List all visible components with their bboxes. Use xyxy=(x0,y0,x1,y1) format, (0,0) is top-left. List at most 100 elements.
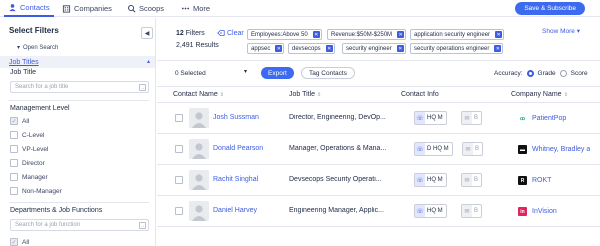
collapse-sidebar-button[interactable]: ◀ xyxy=(141,27,153,39)
table-row[interactable]: Donald Pearson Manager, Operations & Mana… xyxy=(157,134,600,165)
remove-filter-icon[interactable]: ✕ xyxy=(494,45,502,52)
phone-info-button[interactable]: ☏ D HQ M xyxy=(414,142,453,156)
email-info-button[interactable]: ✉ B xyxy=(461,204,483,218)
remove-filter-icon[interactable]: ✕ xyxy=(275,45,283,52)
tab-companies[interactable]: Companies xyxy=(62,0,112,17)
clear-filters-button[interactable]: Clear xyxy=(217,29,244,37)
arrow-right-icon[interactable]: → xyxy=(139,222,146,229)
company-name-link[interactable]: ▬ Whitney, Bradley a xyxy=(518,145,590,154)
tag-contacts-button[interactable]: Tag Contacts xyxy=(301,67,355,79)
filters-count-label: Filters xyxy=(185,30,205,37)
remove-filter-icon[interactable]: ✕ xyxy=(312,31,320,38)
remove-filter-icon[interactable]: ✕ xyxy=(396,45,404,52)
checkbox-management-c-level[interactable]: C-Level xyxy=(10,131,44,139)
checkbox-management-manager[interactable]: Manager xyxy=(10,173,48,181)
caret-down-icon: ▾ xyxy=(17,45,21,51)
checkbox[interactable] xyxy=(10,159,18,167)
phone-icon: ☏ xyxy=(415,205,425,217)
email-info-button[interactable]: ✉ B xyxy=(461,111,483,125)
row-checkbox[interactable] xyxy=(175,207,183,215)
email-icon: ✉ xyxy=(462,205,472,217)
sort-icon[interactable]: ⇕ xyxy=(220,92,224,98)
divider xyxy=(9,100,149,101)
filter-chip-label: security operations engineer xyxy=(414,45,490,52)
column-header-job-title[interactable]: Job Title ⇕ xyxy=(289,91,321,98)
remove-filter-icon[interactable]: ✕ xyxy=(495,31,503,38)
job-title-cell: Director, Engineering, DevOp... xyxy=(289,114,386,121)
company-name-link[interactable]: in InVision xyxy=(518,207,557,216)
person-avatar-icon xyxy=(189,139,209,159)
phone-types-label: D HQ M xyxy=(427,146,449,152)
column-header-label: Contact Info xyxy=(401,91,439,98)
checkbox-management-vp-level[interactable]: VP-Level xyxy=(10,145,48,153)
phone-icon: ☏ xyxy=(415,143,425,155)
company-logo: ꝏ xyxy=(518,114,527,123)
checkbox[interactable] xyxy=(10,173,18,181)
email-info-button[interactable]: ✉ B xyxy=(462,142,484,156)
company-name-label: Whitney, Bradley a xyxy=(532,146,591,153)
job-title-cell: Devsecops Security Operati... xyxy=(289,176,382,183)
tab-contacts[interactable]: Contacts xyxy=(4,0,54,17)
checkbox[interactable] xyxy=(10,145,18,153)
table-row[interactable]: Daniel Harvey Engineering Manager, Applic… xyxy=(157,196,600,227)
phone-types-label: HQ M xyxy=(427,115,443,121)
phone-info-button[interactable]: ☏ HQ M xyxy=(414,204,447,218)
checkbox-label: All xyxy=(22,117,30,125)
radio-grade[interactable] xyxy=(526,70,534,77)
phone-info-button[interactable]: ☏ HQ M xyxy=(414,111,447,125)
remove-filter-icon[interactable]: ✕ xyxy=(397,31,405,38)
contact-name-link[interactable]: Daniel Harvey xyxy=(213,207,257,214)
company-name-link[interactable]: R ROKT xyxy=(518,176,551,185)
checkbox-departments-all[interactable]: ✓ All xyxy=(10,238,29,246)
job-function-search-input[interactable]: Search for a job function → xyxy=(10,219,149,231)
caret-down-icon: ▾ xyxy=(576,28,580,35)
checkbox[interactable] xyxy=(10,187,18,195)
show-more-filters-button[interactable]: Show More ▾ xyxy=(542,27,580,35)
section-job-titles[interactable]: Job Titles ▴ xyxy=(0,56,155,68)
checkbox-management-all[interactable]: ✓ All xyxy=(10,117,29,125)
checkbox-management-director[interactable]: Director xyxy=(10,159,45,167)
table-row[interactable]: Josh Sussman Director, Engineering, DevOp… xyxy=(157,103,600,134)
filter-chip-label: security engineer xyxy=(346,45,392,52)
sort-icon[interactable]: ⇕ xyxy=(317,92,321,98)
column-header-contact-info: Contact Info xyxy=(401,91,439,98)
contact-name-link[interactable]: Rachit Singhal xyxy=(213,176,258,183)
checkbox-label: All xyxy=(22,238,30,246)
checkbox-label: Director xyxy=(22,159,45,167)
phone-info-button[interactable]: ☏ HQ M xyxy=(414,173,447,187)
row-checkbox[interactable] xyxy=(175,114,183,122)
open-search-label: Open Search xyxy=(23,44,59,51)
tab-more[interactable]: More xyxy=(181,0,210,17)
clear-tag-icon xyxy=(217,30,225,36)
sort-icon[interactable]: ⇕ xyxy=(564,92,568,98)
export-button[interactable]: Export xyxy=(261,67,294,79)
email-info-button[interactable]: ✉ B xyxy=(461,173,483,187)
remove-filter-icon[interactable]: ✕ xyxy=(325,45,333,52)
row-checkbox[interactable] xyxy=(175,176,183,184)
table-row[interactable]: Rachit Singhal Devsecops Security Operati… xyxy=(157,165,600,196)
contact-name-link[interactable]: Josh Sussman xyxy=(213,114,259,121)
checkbox[interactable]: ✓ xyxy=(10,117,18,125)
company-name-link[interactable]: ꝏ PatientPop xyxy=(518,114,566,123)
tab-scoops[interactable]: Scoops xyxy=(127,0,164,17)
person-avatar-icon xyxy=(189,201,209,221)
column-header-company-name[interactable]: Company Name ⇕ xyxy=(511,91,568,98)
column-header-contact-name[interactable]: Contact Name ⇕ xyxy=(173,91,224,98)
radio-score[interactable] xyxy=(559,70,567,77)
open-search-toggle[interactable]: ▾ Open Search xyxy=(17,44,59,52)
checkbox[interactable]: ✓ xyxy=(10,238,18,246)
filter-chip: security operations engineer ✕ xyxy=(410,43,504,54)
row-checkbox[interactable] xyxy=(175,145,183,153)
person-avatar-icon xyxy=(189,108,209,128)
select-contacts-dropdown[interactable]: 0 Selected ▾ xyxy=(175,67,249,79)
checkbox-management-non-manager[interactable]: Non-Manager xyxy=(10,187,62,195)
arrow-right-icon[interactable]: → xyxy=(139,84,146,91)
contact-name-link[interactable]: Donald Pearson xyxy=(213,145,263,152)
filter-chip-label: application security engineer xyxy=(414,31,491,38)
results-count: 2,491 Results xyxy=(176,42,219,49)
filter-chip-label: devsecops xyxy=(292,45,321,52)
checkbox[interactable] xyxy=(10,131,18,139)
email-type-label: B xyxy=(475,146,480,152)
job-title-search-input[interactable]: Search for a job title → xyxy=(10,81,149,93)
save-subscribe-button[interactable]: Save & Subscribe xyxy=(515,2,585,15)
